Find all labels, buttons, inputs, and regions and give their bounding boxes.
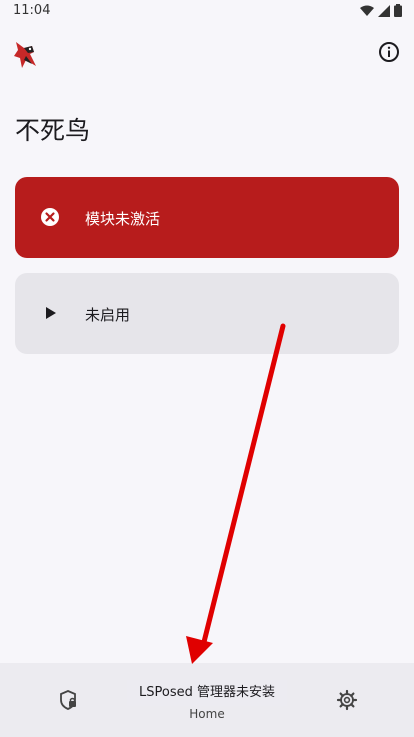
- service-status-card[interactable]: 未启用: [15, 273, 399, 354]
- signal-icon: [378, 4, 390, 17]
- gear-icon: [336, 689, 358, 711]
- close-circle-icon: [41, 208, 59, 226]
- service-status-label: 未启用: [85, 306, 131, 324]
- module-status-card[interactable]: 模块未激活: [15, 177, 399, 258]
- shield-lock-icon: [60, 690, 76, 710]
- nav-item-home-label: Home: [189, 707, 225, 721]
- info-button[interactable]: [378, 41, 400, 63]
- battery-icon: [394, 4, 402, 17]
- status-icons: [360, 4, 402, 17]
- wifi-icon: [360, 5, 374, 16]
- play-icon: [46, 307, 56, 319]
- module-status-label: 模块未激活: [85, 210, 161, 228]
- page-title: 不死鸟: [15, 116, 91, 145]
- status-bar: 11:04: [0, 0, 414, 24]
- nav-item-settings[interactable]: [276, 663, 414, 737]
- status-time: 11:04: [13, 3, 51, 18]
- info-icon: [379, 42, 399, 62]
- phoenix-logo: [14, 42, 36, 68]
- nav-item-scope[interactable]: [0, 663, 138, 737]
- app-bar: [0, 30, 414, 78]
- toast-message: LSPosed 管理器未安装: [127, 680, 287, 706]
